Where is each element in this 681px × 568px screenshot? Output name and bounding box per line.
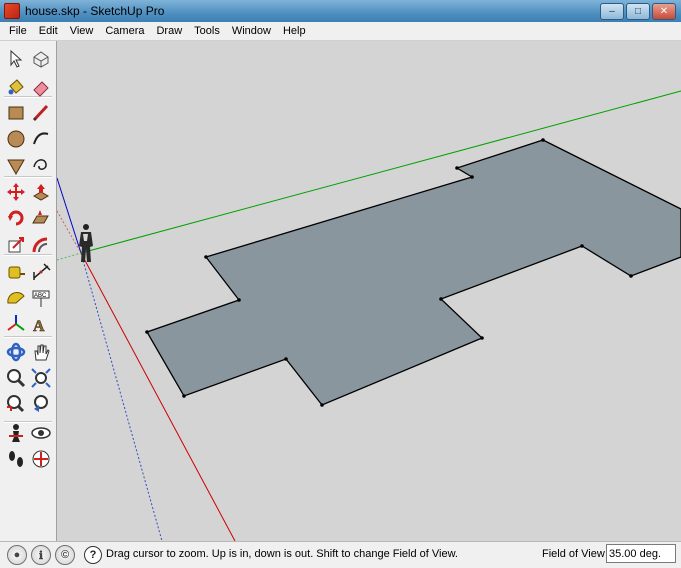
- menu-camera[interactable]: Camera: [99, 22, 150, 40]
- measurements-input[interactable]: [606, 544, 676, 563]
- close-button[interactable]: ✕: [652, 3, 676, 20]
- status-message: Drag cursor to zoom. Up is in, down is o…: [106, 548, 458, 560]
- window-title: house.skp - SketchUp Pro: [25, 4, 165, 18]
- blue-axis-negative: [80, 252, 163, 541]
- measurements-label: Field of View: [542, 548, 605, 560]
- menu-file[interactable]: File: [0, 22, 33, 40]
- credits-icon[interactable]: ℹ: [31, 545, 51, 565]
- menu-draw[interactable]: Draw: [150, 22, 188, 40]
- arc-tool-icon[interactable]: [30, 128, 52, 150]
- protractor-icon[interactable]: [5, 288, 27, 310]
- menu-bar: File Edit View Camera Draw Tools Window …: [0, 22, 681, 41]
- menu-tools[interactable]: Tools: [188, 22, 226, 40]
- tape-measure-icon[interactable]: [5, 261, 27, 283]
- text-tool-icon[interactable]: ABC: [30, 288, 52, 310]
- make-component-icon[interactable]: [30, 48, 52, 70]
- green-axis-negative: [57, 252, 82, 261]
- maximize-button[interactable]: □: [626, 3, 650, 20]
- menu-view[interactable]: View: [64, 22, 100, 40]
- status-bar: ● ℹ © ? Drag cursor to zoom. Up is in, d…: [0, 541, 681, 568]
- axes-tool-icon[interactable]: [5, 313, 27, 335]
- eraser-icon[interactable]: [30, 76, 52, 98]
- menu-help[interactable]: Help: [277, 22, 312, 40]
- previous-view-icon[interactable]: [30, 393, 52, 415]
- freehand-tool-icon[interactable]: [30, 155, 52, 177]
- model-canvas[interactable]: [57, 41, 681, 541]
- orbit-tool-icon[interactable]: [5, 341, 27, 363]
- toolbar-separator: [4, 336, 52, 338]
- push-pull-icon[interactable]: [30, 181, 52, 203]
- user-account-icon[interactable]: ©: [55, 545, 75, 565]
- menu-window[interactable]: Window: [226, 22, 277, 40]
- select-tool-icon[interactable]: [5, 48, 27, 70]
- polygon-tool-icon[interactable]: [5, 155, 27, 177]
- pan-tool-icon[interactable]: [30, 341, 52, 363]
- 3d-text-icon[interactable]: A: [30, 313, 52, 335]
- scale-figure[interactable]: [79, 224, 93, 262]
- rectangle-tool-icon[interactable]: [5, 102, 27, 124]
- red-axis-negative: [57, 210, 82, 254]
- menu-edit[interactable]: Edit: [33, 22, 64, 40]
- paint-bucket-icon[interactable]: [5, 76, 27, 98]
- red-axis: [80, 252, 236, 541]
- drawing-viewport[interactable]: [57, 41, 681, 541]
- line-tool-icon[interactable]: [30, 102, 52, 124]
- minimize-button[interactable]: –: [600, 3, 624, 20]
- sketchup-logo-icon: [4, 3, 20, 19]
- move-tool-icon[interactable]: [5, 181, 27, 203]
- help-icon[interactable]: ?: [84, 546, 102, 564]
- walk-tool-icon[interactable]: [5, 448, 27, 470]
- scale-tool-icon[interactable]: [5, 234, 27, 256]
- dimension-tool-icon[interactable]: [30, 261, 52, 283]
- rotate-tool-icon[interactable]: [5, 207, 27, 229]
- offset-tool-icon[interactable]: [30, 234, 52, 256]
- zoom-extents-icon[interactable]: [5, 393, 27, 415]
- house-footprint-face[interactable]: [146, 139, 681, 406]
- geo-location-icon[interactable]: ●: [7, 545, 27, 565]
- circle-tool-icon[interactable]: [5, 128, 27, 150]
- section-plane-icon[interactable]: [30, 448, 52, 470]
- position-camera-icon[interactable]: [5, 422, 27, 444]
- blue-axis: [57, 177, 82, 254]
- follow-me-icon[interactable]: [30, 207, 52, 229]
- zoom-tool-icon[interactable]: [5, 367, 27, 389]
- svg-text:A: A: [33, 318, 45, 335]
- look-around-icon[interactable]: [30, 422, 52, 444]
- zoom-window-icon[interactable]: [30, 367, 52, 389]
- title-bar: house.skp - SketchUp Pro – □ ✕: [0, 0, 681, 22]
